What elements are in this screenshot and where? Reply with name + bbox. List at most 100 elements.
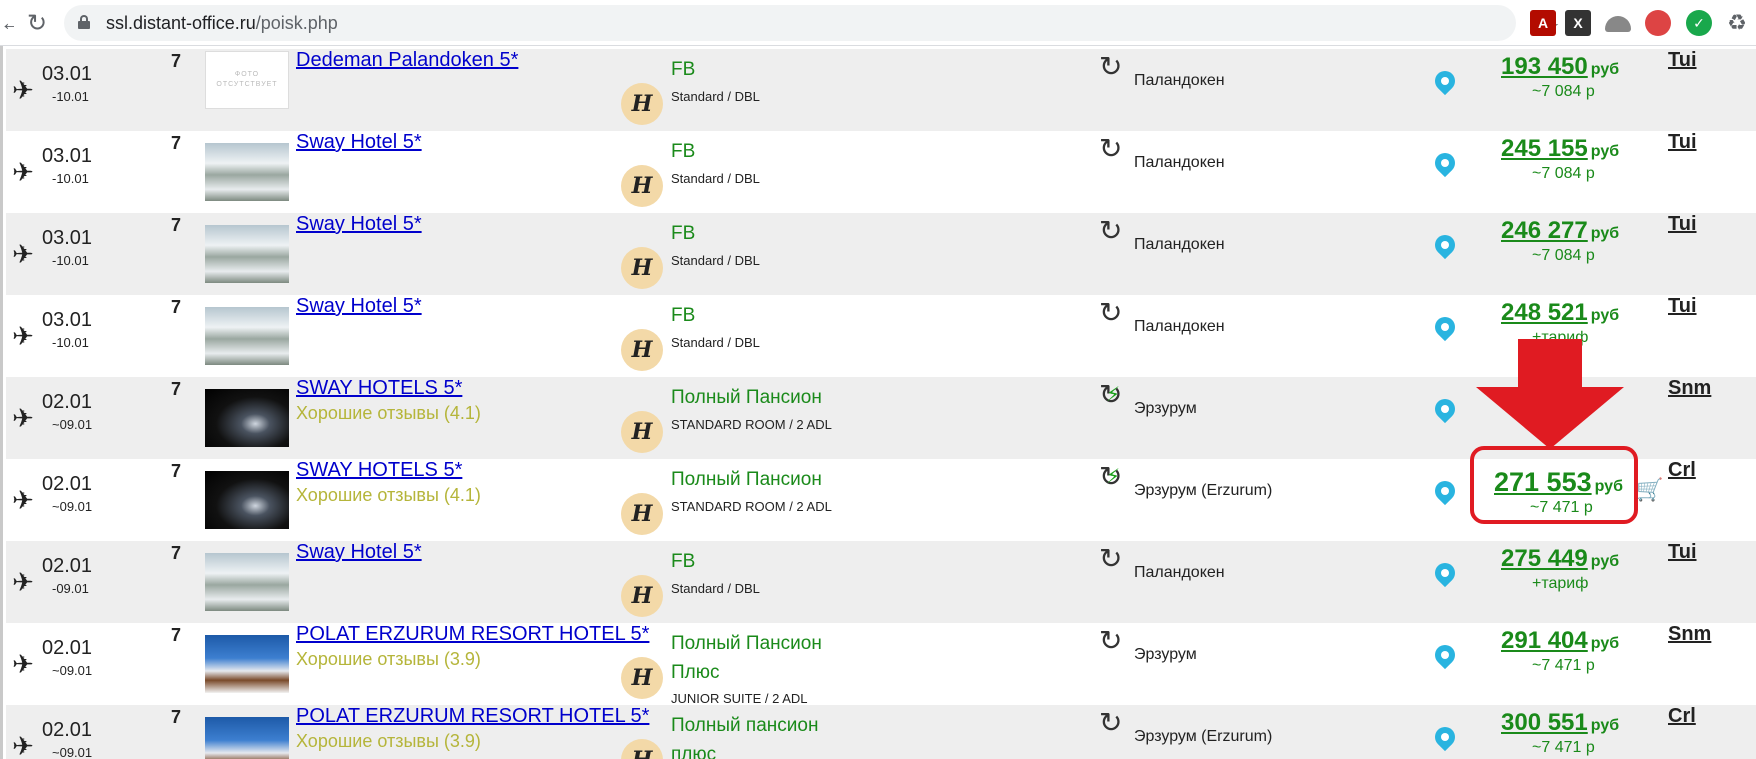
price-amount[interactable]: 246 277: [1501, 217, 1588, 244]
sync-icon: ↻: [1099, 297, 1123, 328]
return-date: ~09.01: [52, 663, 93, 678]
map-pin-icon[interactable]: [1430, 230, 1460, 263]
price[interactable]: 275 449 руб: [1501, 545, 1619, 573]
lock-icon: [78, 15, 90, 29]
hotel-thumbnail[interactable]: [205, 471, 289, 529]
price-per-person: ~7 084 р: [1532, 165, 1595, 182]
meal-plan: Полный пансион: [671, 715, 819, 736]
hat-extension-icon[interactable]: [1605, 16, 1631, 32]
tour-operator-link[interactable]: Crl: [1668, 705, 1696, 728]
return-date: -09.01: [52, 581, 89, 596]
price-currency: руб: [1590, 307, 1620, 324]
hotel-name-link[interactable]: POLAT ERZURUM RESORT HOTEL 5*: [296, 705, 649, 728]
review-rating: Хорошие отзывы (4.1): [296, 485, 481, 505]
plane-icon: ✈: [12, 403, 34, 433]
hotel-badge-icon: H: [621, 247, 663, 289]
tour-operator-link[interactable]: Tui: [1668, 213, 1697, 236]
hotel-thumbnail[interactable]: [205, 307, 289, 365]
red-highlight-box: [1470, 446, 1638, 524]
pdf-extension-icon[interactable]: A: [1530, 10, 1556, 36]
resort-city: Паландокен: [1134, 318, 1225, 335]
price[interactable]: 300 551 руб: [1501, 709, 1619, 737]
price[interactable]: 246 277 руб: [1501, 217, 1619, 245]
nights-count: 7: [171, 461, 182, 481]
cart-icon[interactable]: 🛒: [1636, 477, 1663, 503]
map-pin-icon[interactable]: [1430, 148, 1460, 181]
hotel-name-link[interactable]: Sway Hotel 5*: [296, 295, 422, 318]
review-rating: Хорошие отзывы (4.1): [296, 403, 481, 423]
meal-plan-extra: плюс: [671, 744, 717, 759]
tour-operator-link[interactable]: Tui: [1668, 295, 1697, 318]
hotel-name-link[interactable]: Sway Hotel 5*: [296, 213, 422, 236]
tour-operator-link[interactable]: Crl: [1668, 459, 1696, 482]
meal-plan: Полный Пансион: [671, 633, 822, 654]
price-amount[interactable]: 300 551: [1501, 709, 1588, 736]
price[interactable]: 291 404 руб: [1501, 627, 1619, 655]
price-amount[interactable]: 245 155: [1501, 135, 1588, 162]
map-pin-icon[interactable]: [1430, 66, 1460, 99]
departure-date: 02.01: [42, 555, 93, 577]
map-pin-icon[interactable]: [1430, 558, 1460, 591]
sync-icon: ↻: [1099, 707, 1123, 738]
pin-extension-icon[interactable]: [1645, 10, 1671, 36]
hotel-badge-icon: H: [621, 83, 663, 125]
address-bar[interactable]: ssl.distant-office.ru/poisk.php ☆: [64, 5, 1560, 41]
map-pin-icon[interactable]: [1430, 722, 1460, 755]
hotel-badge-icon: H: [621, 493, 663, 535]
url-text[interactable]: ssl.distant-office.ru/poisk.php: [106, 13, 338, 33]
return-date: ~09.01: [52, 499, 93, 514]
plane-icon: ✈: [12, 567, 34, 597]
meal-plan: FB: [671, 59, 696, 80]
map-pin-icon[interactable]: [1430, 394, 1460, 427]
back-arrow-icon[interactable]: ←: [0, 10, 14, 36]
price[interactable]: 245 155 руб: [1501, 135, 1619, 163]
hotel-thumbnail[interactable]: ФОТО ОТСУТСТВУЕТ: [205, 51, 289, 109]
hotel-thumbnail[interactable]: [205, 389, 289, 447]
nights-count: 7: [171, 625, 182, 645]
price-amount[interactable]: 248 521: [1501, 299, 1588, 326]
hotel-thumbnail[interactable]: [205, 635, 289, 693]
price-amount[interactable]: 291 404: [1501, 627, 1588, 654]
hotel-thumbnail[interactable]: [205, 553, 289, 611]
tour-operator-link[interactable]: Snm: [1668, 377, 1711, 400]
hotel-name-link[interactable]: Sway Hotel 5*: [296, 131, 422, 154]
tour-operator-link[interactable]: Tui: [1668, 49, 1697, 72]
return-date: -10.01: [52, 171, 89, 186]
hotel-name-link[interactable]: SWAY HOTELS 5*: [296, 377, 462, 400]
hotel-thumbnail[interactable]: [205, 225, 289, 283]
x-extension-icon[interactable]: X: [1565, 10, 1591, 36]
tour-operator-link[interactable]: Tui: [1668, 131, 1697, 154]
puzzle-extensions-icon[interactable]: ♻: [1724, 10, 1750, 36]
price[interactable]: 248 521 руб: [1501, 299, 1619, 327]
map-pin-icon[interactable]: [1430, 476, 1460, 509]
resort-city: Паландокен: [1134, 236, 1225, 253]
sync-icon: ↻: [1099, 625, 1123, 656]
reload-icon[interactable]: ↻: [22, 9, 52, 39]
departure-date: 02.01: [42, 637, 93, 659]
map-pin-icon[interactable]: [1430, 312, 1460, 345]
result-row: ✈ 02.01 ~09.01 7 POLAT ERZURUM RESORT HOTEL …: [6, 705, 1756, 759]
hotel-name-link[interactable]: Sway Hotel 5*: [296, 541, 422, 564]
hotel-badge-icon: H: [621, 165, 663, 207]
hotel-thumbnail[interactable]: [205, 717, 289, 759]
price-currency: руб: [1590, 717, 1620, 734]
hotel-name-link[interactable]: SWAY HOTELS 5*: [296, 459, 462, 482]
room-type: Standard / DBL: [671, 335, 760, 350]
price-amount[interactable]: 193 450: [1501, 53, 1588, 80]
hotel-thumbnail[interactable]: [205, 143, 289, 201]
red-arrow-annotation: [1476, 339, 1624, 449]
departure-date: 03.01: [42, 227, 93, 249]
sync-icon: ↻: [1099, 133, 1123, 164]
resort-city: Паландокен: [1134, 154, 1225, 171]
price-amount[interactable]: 275 449: [1501, 545, 1588, 572]
tour-operator-link[interactable]: Tui: [1668, 541, 1697, 564]
hotel-name-link[interactable]: Dedeman Palandoken 5*: [296, 49, 518, 72]
browser-toolbar: ← ↻ ssl.distant-office.ru/poisk.php ☆ A …: [0, 0, 1756, 46]
price[interactable]: 193 450 руб: [1501, 53, 1619, 81]
hotel-badge-icon: H: [621, 575, 663, 617]
sync-icon: ↻: [1099, 51, 1123, 82]
tour-operator-link[interactable]: Snm: [1668, 623, 1711, 646]
hotel-name-link[interactable]: POLAT ERZURUM RESORT HOTEL 5*: [296, 623, 649, 646]
leaf-extension-icon[interactable]: ✓: [1686, 10, 1712, 36]
map-pin-icon[interactable]: [1430, 640, 1460, 673]
